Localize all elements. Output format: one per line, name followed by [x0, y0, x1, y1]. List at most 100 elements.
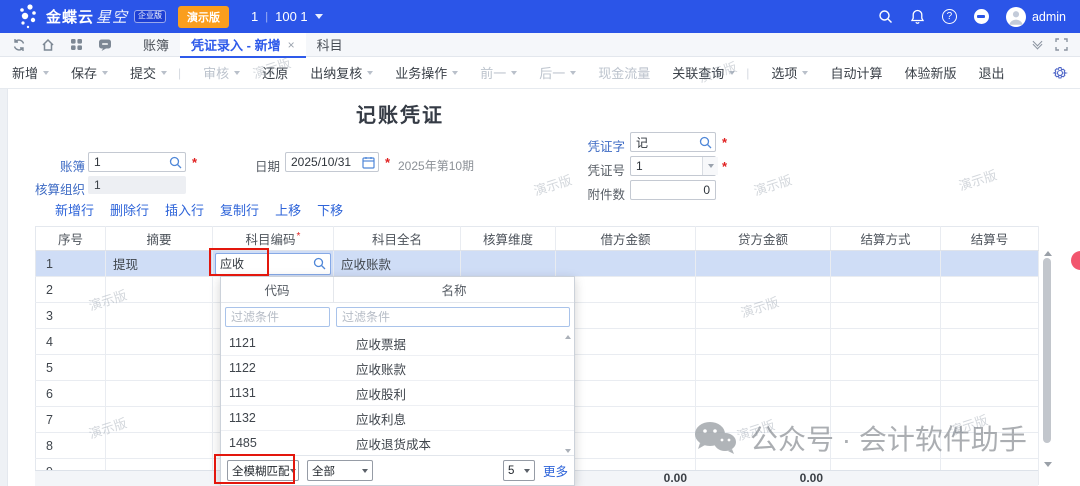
- account-book-input[interactable]: [92, 155, 169, 169]
- grid-action-link[interactable]: 上移: [275, 200, 301, 219]
- toolbar-button[interactable]: 出纳复核: [310, 63, 373, 82]
- scroll-down-icon[interactable]: [565, 449, 571, 453]
- column-header[interactable]: 摘要: [106, 227, 213, 251]
- settle-no-cell[interactable]: [941, 251, 1039, 277]
- grid-action-link[interactable]: 复制行: [220, 200, 259, 219]
- search-icon[interactable]: [169, 156, 182, 169]
- grid-action-link[interactable]: 插入行: [165, 200, 204, 219]
- column-header[interactable]: 核算维度: [461, 227, 556, 251]
- toolbar-button[interactable]: 体验新版: [904, 63, 956, 82]
- vertical-scrollbar[interactable]: [1043, 258, 1051, 443]
- message-icon[interactable]: [98, 38, 112, 52]
- empty-cell[interactable]: [831, 303, 941, 329]
- org-switcher[interactable]: 1 | 100 1: [251, 9, 323, 24]
- empty-cell[interactable]: [696, 381, 831, 407]
- more-link[interactable]: 更多: [543, 461, 568, 480]
- table-row[interactable]: 1 提现 应收 应收账款: [36, 251, 1039, 277]
- toolbar-button[interactable]: 选项: [771, 63, 808, 82]
- empty-cell[interactable]: [556, 277, 696, 303]
- empty-cell[interactable]: [696, 407, 831, 433]
- toolbar-button[interactable]: 业务操作: [395, 63, 458, 82]
- code-filter-input[interactable]: [225, 307, 330, 327]
- empty-cell[interactable]: [941, 303, 1039, 329]
- tab-item[interactable]: 科目: [306, 33, 354, 57]
- column-header[interactable]: 科目全名: [334, 227, 461, 251]
- dimension-cell[interactable]: [461, 251, 556, 277]
- account-name-cell[interactable]: 应收账款: [334, 251, 461, 277]
- empty-cell[interactable]: [106, 407, 213, 433]
- credit-cell[interactable]: [696, 251, 831, 277]
- account-option[interactable]: 1121应收票据: [221, 331, 574, 356]
- empty-cell[interactable]: [696, 303, 831, 329]
- attachment-count-input[interactable]: [634, 183, 712, 197]
- search-icon[interactable]: [699, 136, 712, 149]
- name-filter-input[interactable]: [336, 307, 570, 327]
- scrollbar-down-icon[interactable]: [1044, 462, 1052, 467]
- date-input[interactable]: [289, 155, 362, 169]
- collapse-chevrons-icon[interactable]: [1034, 42, 1041, 48]
- summary-cell[interactable]: 提现: [106, 251, 213, 277]
- account-option[interactable]: 1131应收股利: [221, 381, 574, 406]
- voucher-number-field[interactable]: [630, 156, 716, 176]
- empty-cell[interactable]: [106, 303, 213, 329]
- toolbar-button[interactable]: 退出: [978, 63, 1004, 82]
- debit-cell[interactable]: [556, 251, 696, 277]
- empty-cell[interactable]: [831, 329, 941, 355]
- fullscreen-icon[interactable]: [1055, 38, 1068, 51]
- apps-grid-icon[interactable]: [70, 38, 83, 51]
- dropdown-button[interactable]: [702, 157, 718, 175]
- tab-active[interactable]: 凭证录入 - 新增×: [180, 33, 306, 57]
- toolbar-button[interactable]: 新增: [12, 63, 49, 82]
- empty-cell[interactable]: [556, 303, 696, 329]
- empty-cell[interactable]: [941, 329, 1039, 355]
- empty-cell[interactable]: [106, 277, 213, 303]
- empty-cell[interactable]: [106, 381, 213, 407]
- empty-cell[interactable]: [106, 329, 213, 355]
- empty-cell[interactable]: [696, 277, 831, 303]
- toolbar-button[interactable]: 自动计算: [830, 63, 882, 82]
- empty-cell[interactable]: [696, 355, 831, 381]
- notification-bell-icon[interactable]: [910, 9, 925, 25]
- kingdee-logo-icon[interactable]: [14, 3, 40, 31]
- empty-cell[interactable]: [831, 433, 941, 459]
- date-field[interactable]: [285, 152, 379, 172]
- empty-cell[interactable]: [831, 381, 941, 407]
- column-header[interactable]: 结算方式: [831, 227, 941, 251]
- tab-item[interactable]: 账簿: [132, 33, 180, 57]
- scope-select[interactable]: 全部: [307, 460, 373, 481]
- scrollbar-up-icon[interactable]: [1044, 251, 1052, 256]
- column-header[interactable]: 贷方金额: [696, 227, 831, 251]
- floating-badge[interactable]: [1071, 251, 1080, 270]
- do-not-disturb-icon[interactable]: [974, 9, 989, 24]
- page-size-select[interactable]: 5: [503, 460, 535, 481]
- user-menu[interactable]: admin: [1006, 7, 1066, 27]
- empty-cell[interactable]: [106, 433, 213, 459]
- account-book-field[interactable]: [88, 152, 186, 172]
- toolbar-button[interactable]: 还原: [262, 63, 288, 82]
- empty-cell[interactable]: [696, 329, 831, 355]
- scroll-up-icon[interactable]: [565, 335, 571, 339]
- search-icon[interactable]: [878, 9, 893, 24]
- home-icon[interactable]: [41, 38, 55, 52]
- empty-cell[interactable]: [556, 355, 696, 381]
- empty-cell[interactable]: [941, 381, 1039, 407]
- empty-cell[interactable]: [831, 355, 941, 381]
- empty-cell[interactable]: [106, 355, 213, 381]
- empty-cell[interactable]: [696, 433, 831, 459]
- settle-method-cell[interactable]: [831, 251, 941, 277]
- empty-cell[interactable]: [556, 407, 696, 433]
- empty-cell[interactable]: [556, 433, 696, 459]
- voucher-number-input[interactable]: [634, 159, 702, 173]
- help-icon[interactable]: ?: [942, 9, 957, 24]
- empty-cell[interactable]: [831, 407, 941, 433]
- empty-cell[interactable]: [941, 407, 1039, 433]
- empty-cell[interactable]: [941, 277, 1039, 303]
- calendar-icon[interactable]: [362, 156, 375, 169]
- grid-action-link[interactable]: 新增行: [55, 200, 94, 219]
- empty-cell[interactable]: [556, 329, 696, 355]
- account-option[interactable]: 1122应收账款: [221, 356, 574, 381]
- column-header[interactable]: 序号: [36, 227, 106, 251]
- account-option[interactable]: 1132应收利息: [221, 406, 574, 431]
- empty-cell[interactable]: [941, 433, 1039, 459]
- grid-action-link[interactable]: 下移: [317, 200, 343, 219]
